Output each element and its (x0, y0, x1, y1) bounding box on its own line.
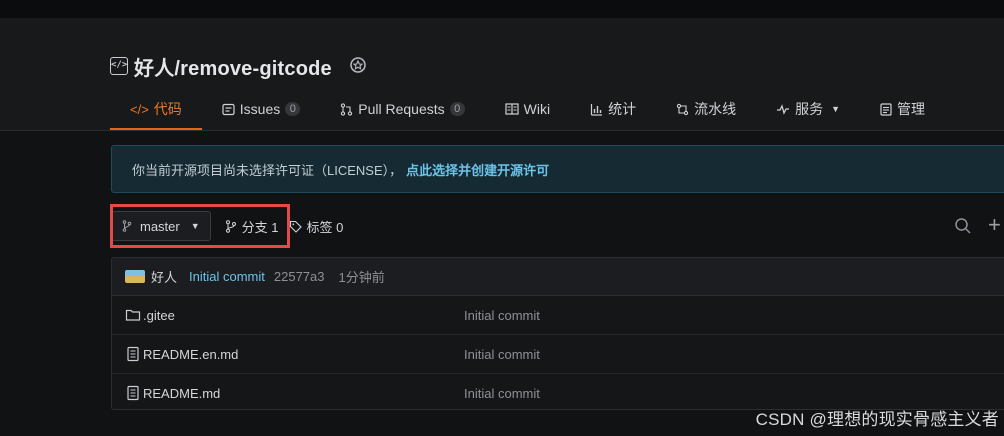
file-row[interactable]: README.en.md Initial commit (112, 335, 1004, 374)
tab-pull-requests[interactable]: Pull Requests 0 (320, 90, 484, 128)
file-last-commit[interactable]: Initial commit (464, 308, 540, 323)
search-icon[interactable] (953, 216, 973, 236)
branch-icon (225, 219, 236, 233)
tab-wiki[interactable]: Wiki (485, 90, 570, 128)
file-row[interactable]: .gitee Initial commit (112, 296, 1004, 335)
latest-commit-row: 好人 Initial commit 22577a3 1分钟前 (112, 258, 1004, 296)
commit-sha[interactable]: 22577a3 (274, 269, 325, 284)
branches-count: 分支 1 (241, 219, 279, 235)
tab-stats[interactable]: 统计 (570, 90, 656, 128)
tab-label: Wiki (523, 101, 551, 117)
wiki-icon (505, 103, 519, 115)
file-table: 好人 Initial commit 22577a3 1分钟前 .gitee In… (111, 257, 1004, 410)
tab-label: Issues (239, 101, 281, 117)
tab-label: Pull Requests (358, 101, 445, 117)
tab-label: 服务 (795, 101, 824, 117)
code-icon: </> (130, 101, 149, 117)
plus-icon[interactable]: + (988, 212, 1001, 238)
pr-count-badge: 0 (449, 102, 465, 116)
commit-time: 1分钟前 (338, 270, 385, 285)
license-notice: 你当前开源项目尚未选择许可证（LICENSE）， 点此选择并创建开源许可 (111, 145, 1004, 193)
branches-link[interactable]: 分支 1 (225, 217, 279, 236)
avatar[interactable] (125, 270, 145, 283)
top-bar (0, 0, 1004, 18)
repo-name[interactable]: 好人/remove-gitcode (134, 52, 332, 81)
file-last-commit[interactable]: Initial commit (464, 386, 540, 401)
file-last-commit[interactable]: Initial commit (464, 347, 540, 362)
commit-author[interactable]: 好人 (151, 267, 177, 286)
tab-code[interactable]: </> 代码 (110, 90, 202, 130)
tab-service[interactable]: 服务 ▼ (756, 90, 860, 128)
repo-tabs: </> 代码 Issues 0 Pull Requests 0 Wiki 统计 … (110, 90, 945, 130)
tags-count: 标签 0 (306, 219, 344, 235)
file-name[interactable]: README.md (143, 386, 220, 401)
file-name[interactable]: README.en.md (143, 347, 238, 362)
branch-name: master (140, 218, 180, 234)
issues-icon (222, 103, 235, 115)
branch-bar: master ▼ 分支 1 标签 0 (111, 210, 343, 242)
file-icon (127, 346, 139, 362)
manage-icon (880, 102, 892, 116)
service-icon (777, 104, 790, 115)
file-name[interactable]: .gitee (143, 308, 175, 323)
stats-icon (590, 103, 603, 116)
file-icon (127, 385, 139, 401)
watermark: CSDN @理想的现实骨感主义者 (755, 410, 999, 429)
tab-label: 统计 (608, 101, 637, 117)
branch-icon (122, 220, 132, 232)
tab-label: 代码 (153, 101, 182, 117)
tab-label: 管理 (897, 101, 926, 117)
pipeline-icon (676, 103, 689, 115)
tags-link[interactable]: 标签 0 (289, 217, 344, 236)
recommend-badge-icon[interactable] (348, 56, 368, 76)
folder-icon (125, 309, 141, 321)
license-notice-text: 你当前开源项目尚未选择许可证（LICENSE）， (132, 162, 403, 178)
pull-request-icon (341, 102, 353, 116)
issues-count-badge: 0 (285, 102, 301, 116)
tab-manage[interactable]: 管理 (860, 90, 945, 128)
repo-title: </> 好人/remove-gitcode (110, 52, 368, 80)
chevron-down-icon: ▼ (190, 221, 200, 231)
chevron-down-icon: ▼ (831, 104, 841, 114)
tab-pipeline[interactable]: 流水线 (656, 90, 756, 128)
tab-issues[interactable]: Issues 0 (202, 90, 320, 128)
tag-icon (289, 220, 302, 233)
branch-select[interactable]: master ▼ (111, 211, 211, 241)
create-license-link[interactable]: 点此选择并创建开源许可 (406, 160, 549, 179)
repo-code-icon: </> (110, 57, 128, 75)
tab-label: 流水线 (694, 101, 737, 117)
commit-message[interactable]: Initial commit (189, 269, 265, 284)
